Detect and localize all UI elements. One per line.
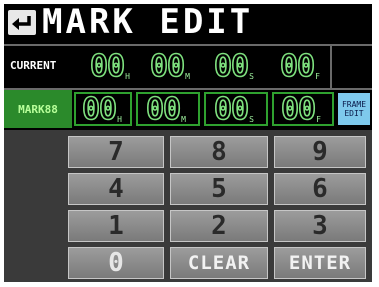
key-5[interactable]: 5: [170, 173, 268, 205]
key-0[interactable]: 0: [68, 247, 164, 279]
mark-hours-value: 00: [81, 92, 118, 127]
mark-time-row: MARK88 00 H 00 M 00 S 00 F FRAME EDIT: [4, 90, 372, 128]
current-seconds: 00 S: [213, 49, 254, 84]
current-hours: 00 H: [89, 49, 130, 84]
key-9[interactable]: 9: [274, 136, 366, 168]
key-4[interactable]: 4: [68, 173, 164, 205]
key-3[interactable]: 3: [274, 210, 366, 242]
mark-hours-field[interactable]: 00 H: [74, 92, 132, 126]
current-minutes: 00 M: [149, 49, 190, 84]
key-7[interactable]: 7: [68, 136, 164, 168]
mark-frames-field[interactable]: 00 F: [272, 92, 334, 126]
back-button[interactable]: [8, 10, 36, 35]
current-label: CURRENT: [10, 59, 57, 72]
key-1[interactable]: 1: [68, 210, 164, 242]
mark-frames-unit: F: [316, 115, 321, 124]
mark-label: MARK88: [4, 90, 72, 128]
mark-minutes-value: 00: [145, 92, 182, 127]
return-arrow-icon: [12, 15, 31, 30]
current-seconds-value: 00: [213, 49, 250, 84]
clear-button[interactable]: CLEAR: [170, 247, 268, 279]
current-hours-unit: H: [125, 72, 130, 81]
mark-hours-unit: H: [117, 115, 122, 124]
title-bar: MARK EDIT: [4, 2, 372, 42]
current-minutes-value: 00: [149, 49, 186, 84]
current-hours-value: 00: [89, 49, 126, 84]
current-row-divider: [330, 46, 332, 88]
current-seconds-unit: S: [249, 72, 254, 81]
key-8[interactable]: 8: [170, 136, 268, 168]
frame-edit-button[interactable]: FRAME EDIT: [338, 93, 370, 125]
page-title: MARK EDIT: [42, 2, 254, 42]
mark-minutes: 00 M: [145, 92, 186, 127]
enter-button[interactable]: ENTER: [274, 247, 366, 279]
current-frames: 00 F: [279, 49, 320, 84]
mark-seconds-value: 00: [213, 92, 250, 127]
mark-seconds-unit: S: [249, 115, 254, 124]
current-frames-unit: F: [315, 72, 320, 81]
mark-frames: 00 F: [280, 92, 321, 127]
mark-minutes-unit: M: [181, 115, 186, 124]
mark-seconds-field[interactable]: 00 S: [204, 92, 268, 126]
mark-hours: 00 H: [81, 92, 122, 127]
key-6[interactable]: 6: [274, 173, 366, 205]
mark-seconds: 00 S: [213, 92, 254, 127]
mark-minutes-field[interactable]: 00 M: [136, 92, 200, 126]
current-minutes-unit: M: [185, 72, 190, 81]
key-2[interactable]: 2: [170, 210, 268, 242]
mark-frames-value: 00: [280, 92, 317, 127]
numeric-keypad: 7 8 9 4 5 6 1 2 3 0 CLEAR ENTER: [4, 130, 372, 282]
current-frames-value: 00: [279, 49, 316, 84]
current-time-row: CURRENT 00 H 00 M 00 S 00 F: [4, 44, 372, 90]
mark-edit-screen: MARK EDIT CURRENT 00 H 00 M 00 S 00 F MA…: [4, 2, 372, 282]
